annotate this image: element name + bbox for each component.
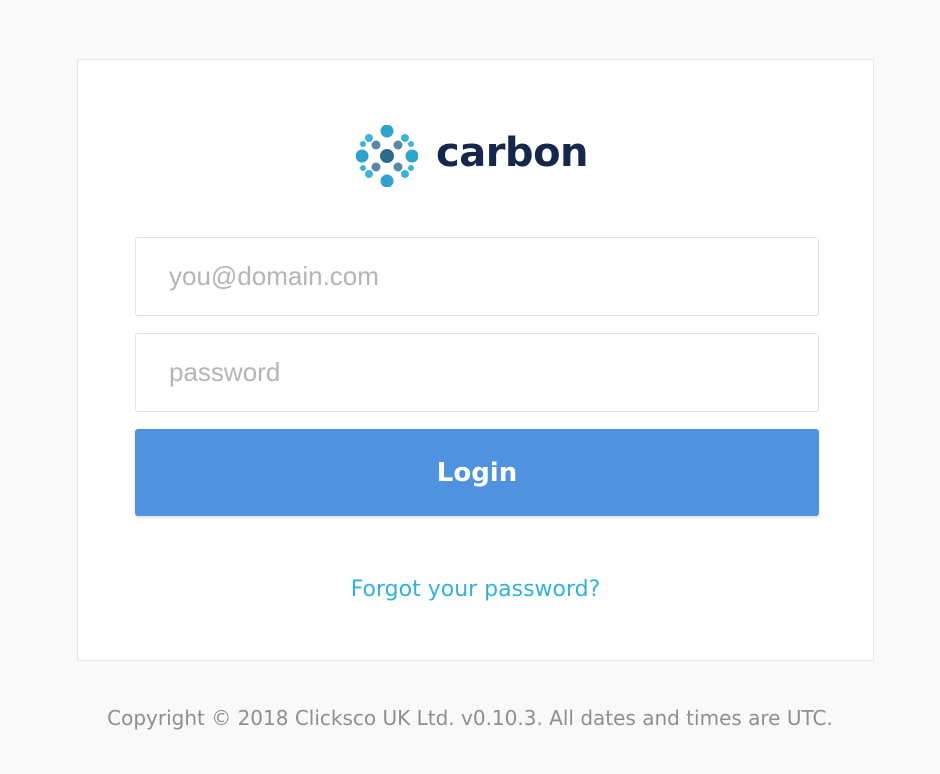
brand-name: carbon <box>436 130 589 176</box>
login-button[interactable]: Login <box>135 429 819 516</box>
copyright-footer: Copyright © 2018 Clicksco UK Ltd. v0.10.… <box>107 706 833 730</box>
brand-logo: carbon <box>356 124 589 188</box>
carbon-dots-icon <box>356 125 418 187</box>
password-input[interactable] <box>135 333 819 412</box>
email-input[interactable] <box>135 237 819 316</box>
login-card: carbon Login Forgot your password? <box>77 59 874 661</box>
forgot-password-link[interactable]: Forgot your password? <box>78 577 873 602</box>
